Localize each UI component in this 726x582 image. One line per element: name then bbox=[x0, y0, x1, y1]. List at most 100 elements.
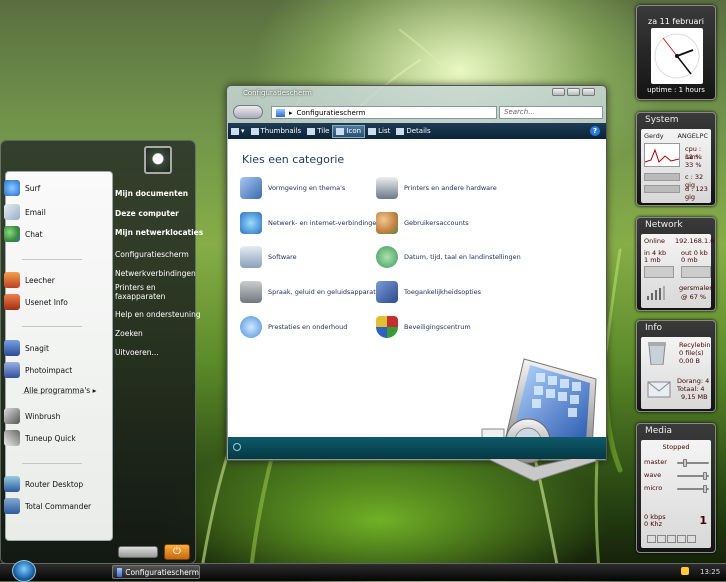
appearance-monitor-icon bbox=[240, 177, 262, 199]
category-network[interactable]: Netwerk- en internet-verbindingen bbox=[240, 212, 381, 234]
signal-strength-icon bbox=[647, 286, 665, 300]
download-total: 1 mb bbox=[644, 256, 661, 264]
view-list[interactable]: List bbox=[365, 125, 393, 138]
control-panel-window: Configuratiescherm ▸ Configuratiescherm … bbox=[226, 85, 607, 482]
search-input[interactable]: Search... bbox=[499, 106, 603, 119]
view-icon bbox=[231, 127, 239, 135]
status-bar bbox=[228, 437, 606, 459]
start-item-winbrush[interactable]: Winbrush bbox=[4, 406, 60, 426]
category-performance[interactable]: Prestaties en onderhoud bbox=[240, 316, 347, 338]
monitor-icon bbox=[4, 476, 20, 492]
system-gadget[interactable]: System Gerdy ANGELPC cpu : 11 % ram : 33… bbox=[636, 112, 716, 206]
start-link-computer[interactable]: Deze computer bbox=[115, 209, 179, 218]
category-date-time[interactable]: Datum, tijd, taal en landinstellingen bbox=[376, 246, 521, 268]
window-title: Configuratiescherm bbox=[243, 89, 312, 97]
start-item-tuneup-quick[interactable]: Tuneup Quick bbox=[4, 428, 76, 448]
info-gadget[interactable]: Info Recylebin 0 file(s) 0,00 B Dorang: … bbox=[636, 320, 716, 412]
tray-notification-icon[interactable] bbox=[681, 567, 689, 575]
computer-name: ANGELPC bbox=[677, 132, 708, 140]
views-menu-button[interactable]: ▾ bbox=[228, 125, 248, 138]
separator bbox=[22, 463, 82, 464]
stop-icon[interactable] bbox=[657, 535, 666, 543]
start-link-printers[interactable]: Printers en faxapparaten bbox=[115, 283, 187, 301]
maximize-button[interactable] bbox=[567, 88, 580, 96]
disk-d-free: d : 123 gig bbox=[685, 185, 708, 201]
play-icon[interactable] bbox=[647, 535, 656, 543]
taskbar-window-button[interactable]: Configuratiescherm bbox=[112, 565, 200, 579]
view-icon[interactable]: Icon bbox=[332, 124, 366, 138]
start-item-surf[interactable]: Surf bbox=[4, 178, 40, 198]
user-avatar[interactable] bbox=[144, 146, 172, 174]
start-item-email[interactable]: Email bbox=[4, 202, 46, 222]
brush-tools-icon bbox=[4, 408, 20, 424]
category-user-accounts[interactable]: Gebruikersaccounts bbox=[376, 212, 469, 234]
close-button[interactable] bbox=[582, 88, 595, 96]
connection-status: Online bbox=[644, 237, 665, 245]
taskbar-clock[interactable]: 13:25 bbox=[700, 568, 720, 576]
media-panel: Stopped master wave micro 0 kbps 0 Khz 1 bbox=[641, 440, 711, 548]
master-volume-label: master bbox=[644, 458, 667, 466]
start-item-usenet-info[interactable]: Usenet Info bbox=[4, 292, 68, 312]
thumbnails-icon bbox=[250, 127, 259, 135]
disk-c-bar bbox=[644, 173, 680, 181]
slider-knob[interactable] bbox=[703, 485, 707, 493]
category-printers[interactable]: Printers en andere hardware bbox=[376, 177, 497, 199]
view-toolbar: ▾ Thumbnails Tile Icon List Details ? bbox=[228, 123, 606, 139]
folder-icon bbox=[276, 108, 285, 117]
floppy-computer-icon bbox=[4, 498, 20, 514]
category-sound[interactable]: Spraak, geluid en geluidsapparaten bbox=[240, 281, 384, 303]
address-bar[interactable]: ▸ Configuratiescherm bbox=[271, 106, 497, 119]
media-gadget[interactable]: Media Stopped master wave micro 0 kbps 0… bbox=[636, 423, 716, 553]
network-gadget[interactable]: Network Online 192.168.1.6 in 4 kb 1 mb … bbox=[636, 217, 716, 311]
start-link-network-connections[interactable]: Netwerkverbindingen bbox=[115, 269, 196, 278]
power-button[interactable]: ⏻ bbox=[164, 544, 190, 560]
minimize-button[interactable] bbox=[552, 88, 565, 96]
control-panel-icon bbox=[117, 567, 123, 577]
house-download-icon bbox=[4, 272, 20, 288]
slider-knob[interactable] bbox=[703, 472, 707, 480]
category-accessibility[interactable]: Toegankelijkheidsopties bbox=[376, 281, 481, 303]
lock-button[interactable] bbox=[118, 546, 158, 558]
wrench-tools-icon bbox=[4, 430, 20, 446]
info-panel: Recylebin 0 file(s) 0,00 B Dorang: 4 Tot… bbox=[641, 337, 711, 409]
back-forward-buttons[interactable] bbox=[233, 105, 263, 119]
category-security[interactable]: Beveiligingscentrum bbox=[376, 316, 471, 338]
category-software[interactable]: Software bbox=[240, 246, 297, 268]
start-item-router-desktop[interactable]: Router Desktop bbox=[4, 474, 83, 494]
uptime-text: uptime : 1 hours bbox=[647, 86, 705, 94]
slider-knob[interactable] bbox=[683, 459, 687, 467]
playback-status: Stopped bbox=[662, 443, 690, 451]
start-link-network[interactable]: Mijn netwerklocaties bbox=[115, 228, 203, 237]
start-link-help[interactable]: Help en ondersteuning bbox=[115, 310, 201, 319]
separator bbox=[22, 259, 82, 260]
view-thumbnails[interactable]: Thumbnails bbox=[248, 125, 305, 138]
start-item-snagit[interactable]: Snagit bbox=[4, 338, 49, 358]
start-link-search[interactable]: Zoeken bbox=[115, 329, 143, 338]
wave-volume-slider[interactable] bbox=[677, 472, 709, 480]
start-link-run[interactable]: Uitvoeren... bbox=[115, 348, 159, 357]
help-icon[interactable]: ? bbox=[590, 126, 600, 136]
upload-graph bbox=[681, 266, 711, 278]
start-link-documents[interactable]: Mijn documenten bbox=[115, 189, 188, 198]
start-item-chat[interactable]: Chat bbox=[4, 224, 43, 244]
start-link-control-panel[interactable]: Configuratiescherm bbox=[115, 250, 189, 259]
clock-gadget[interactable]: za 11 februari uptime : 1 hours bbox=[636, 5, 716, 100]
next-icon[interactable] bbox=[677, 535, 686, 543]
master-volume-slider[interactable] bbox=[677, 459, 709, 467]
eject-icon[interactable] bbox=[687, 535, 696, 543]
separator bbox=[22, 326, 82, 327]
start-item-total-commander[interactable]: Total Commander bbox=[4, 496, 91, 516]
wave-volume-label: wave bbox=[644, 471, 662, 479]
micro-volume-label: micro bbox=[644, 484, 663, 492]
micro-volume-slider[interactable] bbox=[677, 485, 709, 493]
previous-icon[interactable] bbox=[667, 535, 676, 543]
start-item-leecher[interactable]: Leecher bbox=[4, 270, 55, 290]
user-accounts-icon bbox=[376, 212, 398, 234]
cpu-graph bbox=[644, 143, 680, 167]
category-appearance[interactable]: Vormgeving en thema's bbox=[240, 177, 345, 199]
start-button[interactable] bbox=[12, 560, 36, 582]
view-tile[interactable]: Tile bbox=[304, 125, 332, 138]
all-programs-button[interactable]: Alle programma's ▸ bbox=[24, 386, 96, 395]
view-details[interactable]: Details bbox=[393, 125, 433, 138]
start-item-photoimpact[interactable]: Photoimpact bbox=[4, 360, 72, 380]
